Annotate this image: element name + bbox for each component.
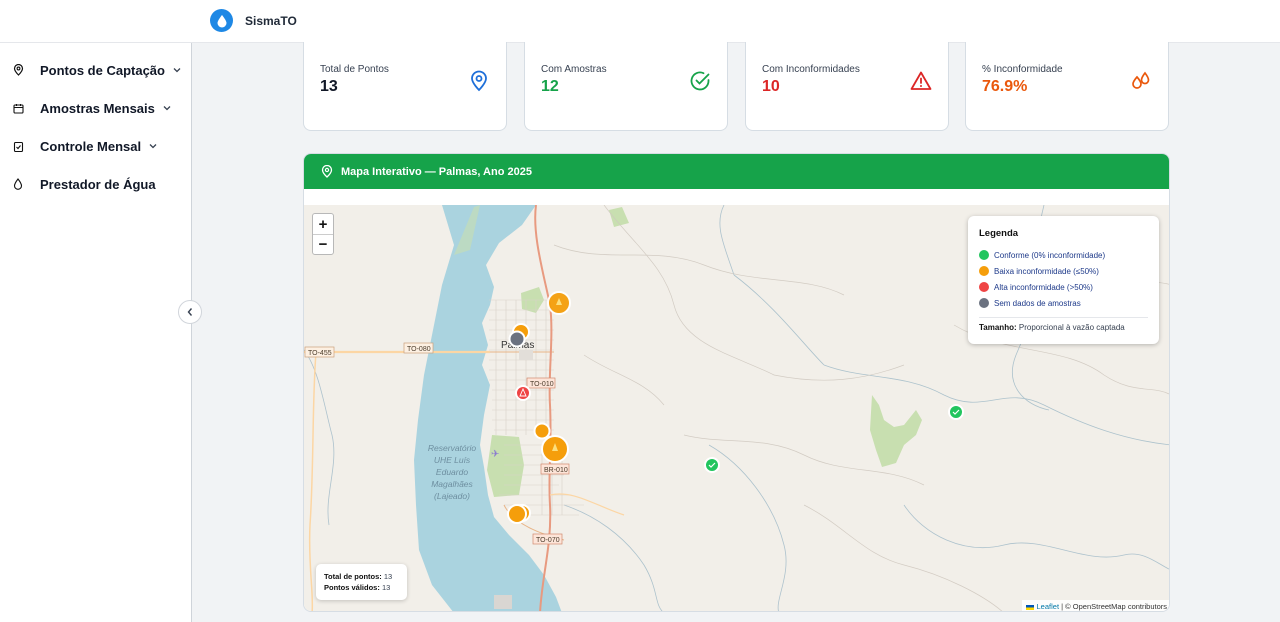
stat-label: Total de Pontos xyxy=(320,64,389,75)
stat-card-percent-inconformidade: % Inconformidade 76.9% xyxy=(965,42,1169,131)
sidebar-item-label: Pontos de Captação xyxy=(40,62,165,78)
check-circle-icon xyxy=(689,70,711,92)
map-pin-icon xyxy=(321,165,333,178)
zoom-in-button[interactable]: + xyxy=(313,214,333,234)
stat-card-com-amostras: Com Amostras 12 xyxy=(524,42,728,131)
map-pin-icon xyxy=(468,70,490,92)
reservoir-label: UHE Luís xyxy=(434,455,471,465)
chevron-down-icon xyxy=(173,65,183,75)
reservoir-label: Eduardo xyxy=(436,467,468,477)
total-points-label: Total de pontos: xyxy=(324,572,382,581)
map-stats-box: Total de pontos: 13 Pontos válidos: 13 xyxy=(316,564,407,600)
legend-item-alta: Alta inconformidade (>50%) xyxy=(979,279,1148,295)
stat-label: Com Amostras xyxy=(541,64,607,75)
chevron-down-icon xyxy=(163,103,173,113)
map-marker-orange[interactable] xyxy=(507,504,527,524)
road-label: TO-455 xyxy=(308,350,332,357)
ukraine-flag-icon xyxy=(1026,604,1035,610)
app-name: SismaTO xyxy=(245,13,297,28)
sidebar: Pontos de Captação Amostras Mensais Cont… xyxy=(0,43,192,622)
map-legend: Legenda Conforme (0% inconformidade) Bai… xyxy=(968,216,1159,344)
road-label: BR-010 xyxy=(544,467,568,474)
stat-value: 10 xyxy=(762,78,780,95)
legend-item-conforme: Conforme (0% inconformidade) xyxy=(979,247,1148,263)
warning-icon xyxy=(979,282,989,292)
stat-value: 12 xyxy=(541,78,559,95)
map-marker-orange[interactable] xyxy=(547,291,571,315)
stat-value: 13 xyxy=(320,78,338,95)
sidebar-item-label: Prestador de Água xyxy=(40,176,156,192)
stat-card-com-inconformidades: Com Inconformidades 10 xyxy=(745,42,949,131)
map-title: Mapa Interativo — Palmas, Ano 2025 xyxy=(341,165,532,178)
legend-size-text: Proporcional à vazão captada xyxy=(1018,323,1125,332)
map-marker-orange[interactable] xyxy=(541,435,569,463)
legend-label: Sem dados de amostras xyxy=(994,298,1081,308)
valid-points-label: Pontos válidos: xyxy=(324,583,380,592)
sidebar-item-label: Controle Mensal xyxy=(40,138,142,154)
sidebar-item-label: Amostras Mensais xyxy=(40,100,155,116)
legend-label: Alta inconformidade (>50%) xyxy=(994,282,1093,292)
stat-label: Com Inconformidades xyxy=(762,64,860,75)
chevron-left-icon xyxy=(187,308,193,316)
sidebar-item-controle-mensal[interactable]: Controle Mensal xyxy=(12,135,184,157)
map-marker-green[interactable] xyxy=(704,457,720,473)
brand[interactable]: SismaTO xyxy=(210,9,297,32)
map-marker-gray[interactable] xyxy=(508,330,526,348)
stat-value: 76.9% xyxy=(982,78,1028,95)
top-bar: SismaTO xyxy=(0,0,1280,43)
airport-icon: ✈ xyxy=(491,449,499,460)
map-marker-red[interactable] xyxy=(515,385,531,401)
legend-item-baixa: Baixa inconformidade (≤50%) xyxy=(979,263,1148,279)
map-marker-green[interactable] xyxy=(948,404,964,420)
road-label: TO-070 xyxy=(536,537,560,544)
zoom-control: + − xyxy=(312,213,334,255)
legend-item-sem-dados: Sem dados de amostras xyxy=(979,295,1148,311)
calendar-icon xyxy=(12,102,24,114)
legend-label: Conforme (0% inconformidade) xyxy=(994,250,1106,260)
leaflet-link[interactable]: Leaflet xyxy=(1037,602,1060,611)
osm-attribution: | © OpenStreetMap contributors xyxy=(1061,602,1167,611)
legend-title: Legenda xyxy=(979,228,1019,239)
stat-label: % Inconformidade xyxy=(982,64,1063,75)
reservoir-label: Magalhães xyxy=(431,479,473,489)
road-label: TO-080 xyxy=(407,346,431,353)
road-label: TO-010 xyxy=(530,381,554,388)
legend-label: Baixa inconformidade (≤50%) xyxy=(994,266,1099,276)
map-pin-icon xyxy=(12,64,24,76)
map-marker-orange[interactable] xyxy=(533,422,551,440)
sidebar-collapse-button[interactable] xyxy=(178,300,202,324)
total-points-value: 13 xyxy=(383,572,393,581)
no-data-icon xyxy=(979,298,989,308)
stat-card-total-pontos: Total de Pontos 13 xyxy=(303,42,507,131)
legend-size-note: Tamanho: Proporcional à vazão captada xyxy=(979,323,1148,332)
sidebar-item-amostras-mensais[interactable]: Amostras Mensais xyxy=(12,97,184,119)
zoom-out-button[interactable]: − xyxy=(313,234,333,254)
legend-size-label: Tamanho: xyxy=(979,323,1017,332)
clipboard-check-icon xyxy=(12,140,24,152)
map-panel: Mapa Interativo — Palmas, Ano 2025 TO-45… xyxy=(303,153,1170,612)
droplets-icon xyxy=(1130,70,1152,92)
warning-triangle-icon xyxy=(910,70,932,92)
reservoir-label: Reservatório xyxy=(428,443,476,453)
reservoir-label: (Lajeado) xyxy=(434,491,470,501)
water-drop-logo-icon xyxy=(210,9,233,32)
map-header: Mapa Interativo — Palmas, Ano 2025 xyxy=(304,154,1169,189)
droplet-icon xyxy=(12,178,24,190)
droplet-icon xyxy=(979,266,989,276)
interactive-map[interactable]: TO-455 TO-080 TO-010 BR-010 TO-070 Palma… xyxy=(304,205,1169,611)
valid-points-value: 13 xyxy=(381,583,391,592)
map-attribution: Leaflet | © OpenStreetMap contributors xyxy=(1022,600,1169,611)
check-icon xyxy=(979,250,989,260)
sidebar-item-prestador-agua[interactable]: Prestador de Água xyxy=(12,173,184,195)
divider xyxy=(979,317,1148,318)
chevron-down-icon xyxy=(149,141,159,151)
sidebar-item-pontos-captacao[interactable]: Pontos de Captação xyxy=(12,59,184,81)
